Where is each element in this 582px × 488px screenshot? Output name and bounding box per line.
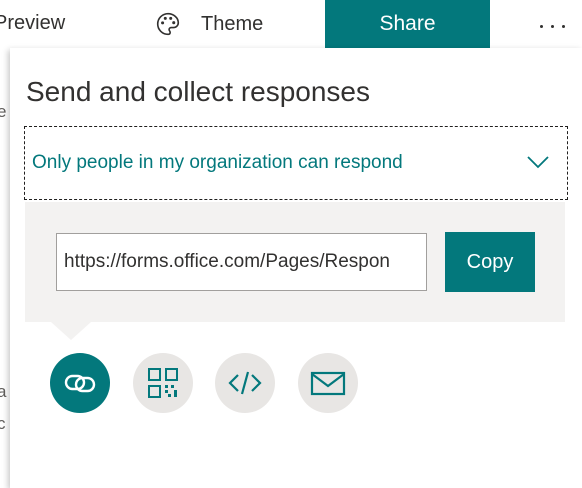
share-embed-option[interactable] [215, 353, 275, 413]
theme-button[interactable]: Theme [155, 0, 263, 48]
preview-button[interactable]: Preview [0, 0, 65, 48]
link-icon [64, 374, 96, 393]
share-email-option[interactable] [298, 353, 358, 413]
share-link-option[interactable] [50, 353, 110, 413]
chevron-down-icon [527, 156, 549, 169]
palette-icon [156, 12, 180, 36]
share-qr-code-option[interactable] [133, 353, 193, 413]
share-link-field[interactable]: https://forms.office.com/Pages/Respon [56, 233, 427, 291]
share-button[interactable]: Share [325, 0, 490, 48]
more-options-button[interactable] [527, 0, 577, 48]
embed-code-icon [228, 371, 262, 395]
background-text-fragment: c [0, 414, 6, 433]
theme-label: Theme [201, 12, 264, 35]
background-text-fragment: l [0, 446, 1, 466]
qr-code-icon [148, 368, 178, 398]
more-icon [536, 15, 569, 33]
panel-title: Send and collect responses [26, 76, 370, 107]
audience-selected-value: Only people in my organization can respo… [32, 152, 403, 173]
background-text-fragment: e [0, 102, 7, 121]
copy-button[interactable]: Copy [445, 232, 535, 292]
background-text-fragment: a [0, 382, 7, 401]
link-section: https://forms.office.com/Pages/Respon Co… [25, 202, 565, 322]
email-icon [310, 371, 346, 396]
audience-dropdown[interactable]: Only people in my organization can respo… [24, 126, 568, 200]
link-section-pointer [51, 322, 91, 340]
top-toolbar: Preview Theme Share [0, 0, 582, 48]
